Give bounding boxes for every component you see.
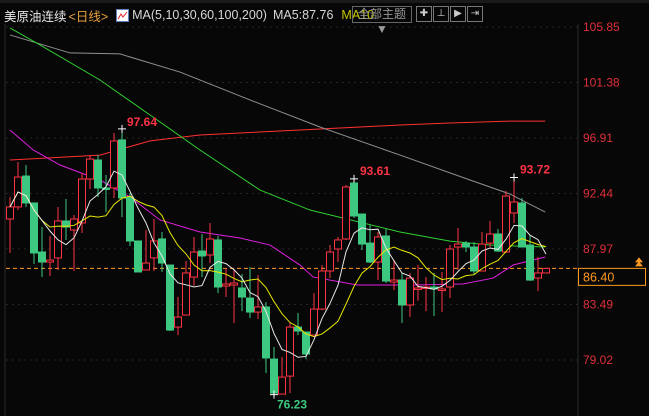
candle-down[interactable] [238,287,246,298]
extreme-price-label: 93.61 [360,164,390,178]
candle-up[interactable] [342,186,350,240]
candle-up[interactable] [534,272,542,279]
candle-down[interactable] [270,358,278,394]
candle-down[interactable] [262,306,270,359]
zoom-range-icon[interactable]: ⊥ [433,6,449,22]
candle-up[interactable] [174,316,182,328]
candle-up[interactable] [222,283,230,287]
ma30-line [9,129,546,286]
candle-down[interactable] [366,242,374,263]
extreme-marker-icon [350,174,358,183]
candle-up[interactable] [390,279,398,283]
candle-up[interactable] [230,282,238,286]
candle-down[interactable] [166,264,174,331]
candle-up[interactable] [6,206,14,220]
period-selector[interactable]: <日线> [69,6,109,25]
candle-down[interactable] [462,242,470,248]
candle-down[interactable] [118,139,126,199]
candle-down[interactable] [94,159,102,189]
candle-up[interactable] [142,262,150,271]
chart-header: 美原油连续 <日线> MA(5,10,30,60,100,200) MA5:87… [4,6,374,25]
candle-down[interactable] [246,297,254,313]
candlestick-chart[interactable]: 105.85 101.38 96.91 92.44 87.97 83.49 79.02 97.… [0,0,649,416]
price-axis-label: 96.91 [583,131,613,145]
scroll-up-icon[interactable] [635,257,643,267]
candle-up[interactable] [206,238,214,256]
candle-up[interactable] [542,267,550,274]
candle-down[interactable] [198,250,206,257]
candle-down[interactable] [526,244,534,281]
candle-up[interactable] [446,248,454,288]
candle-up[interactable] [278,376,286,395]
candle-up[interactable] [502,195,510,253]
candle-down[interactable] [134,240,142,273]
theme-dropdown-button[interactable]: 全部主题▼ [352,6,412,36]
candle-down[interactable] [494,233,502,252]
ma-params[interactable]: MA(5,10,30,60,100,200) [132,8,267,22]
price-axis-label: 83.49 [583,297,613,311]
extreme-price-label: 93.72 [520,163,550,177]
candle-up[interactable] [486,233,494,244]
candle-down[interactable] [518,202,526,248]
candle-up[interactable] [318,270,326,310]
candle-down[interactable] [22,175,30,204]
candle-down[interactable] [158,238,166,264]
candle-down[interactable] [38,251,46,263]
price-axis-label: 105.85 [583,20,620,34]
play-forward-icon[interactable]: ▶ [450,6,466,22]
candle-up[interactable] [454,243,462,248]
current-price-label: 86.40 [583,270,614,284]
ma-indicator-icon[interactable] [116,8,130,22]
candle-up[interactable] [254,306,262,313]
ma200-line [9,120,546,161]
candle-up[interactable] [310,308,318,336]
crosshair-icon[interactable]: ✚ [416,6,432,22]
candle-down[interactable] [350,182,358,217]
candle-up[interactable] [438,288,446,291]
candle-down[interactable] [470,246,478,272]
candle-up[interactable] [182,272,190,316]
candle-down[interactable] [398,279,406,306]
candle-up[interactable] [414,287,422,290]
candle-up[interactable] [374,236,382,263]
candle-up[interactable] [110,140,118,189]
extreme-marker-icon [510,173,518,182]
candle-up[interactable] [86,158,94,180]
candle-up[interactable] [406,277,414,306]
extreme-marker-icon [118,124,126,133]
candle-up[interactable] [46,259,54,263]
ma5-line [9,170,547,358]
instrument-name: 美原油连续 [4,9,67,24]
candle-up[interactable] [326,251,334,272]
price-axis-label: 79.02 [583,353,613,367]
extreme-price-label: 97.64 [127,115,157,129]
jump-end-icon[interactable]: ⇥ [467,6,483,22]
price-axis-label: 101.38 [583,75,620,89]
candle-up[interactable] [334,239,342,250]
extreme-price-label: 76.23 [277,398,307,412]
price-axis-label: 87.97 [583,242,613,256]
candle-up[interactable] [510,201,518,214]
ma5-value: MA5:87.76 [272,8,334,22]
candle-down[interactable] [126,196,134,242]
price-axis-label: 92.44 [583,186,613,200]
